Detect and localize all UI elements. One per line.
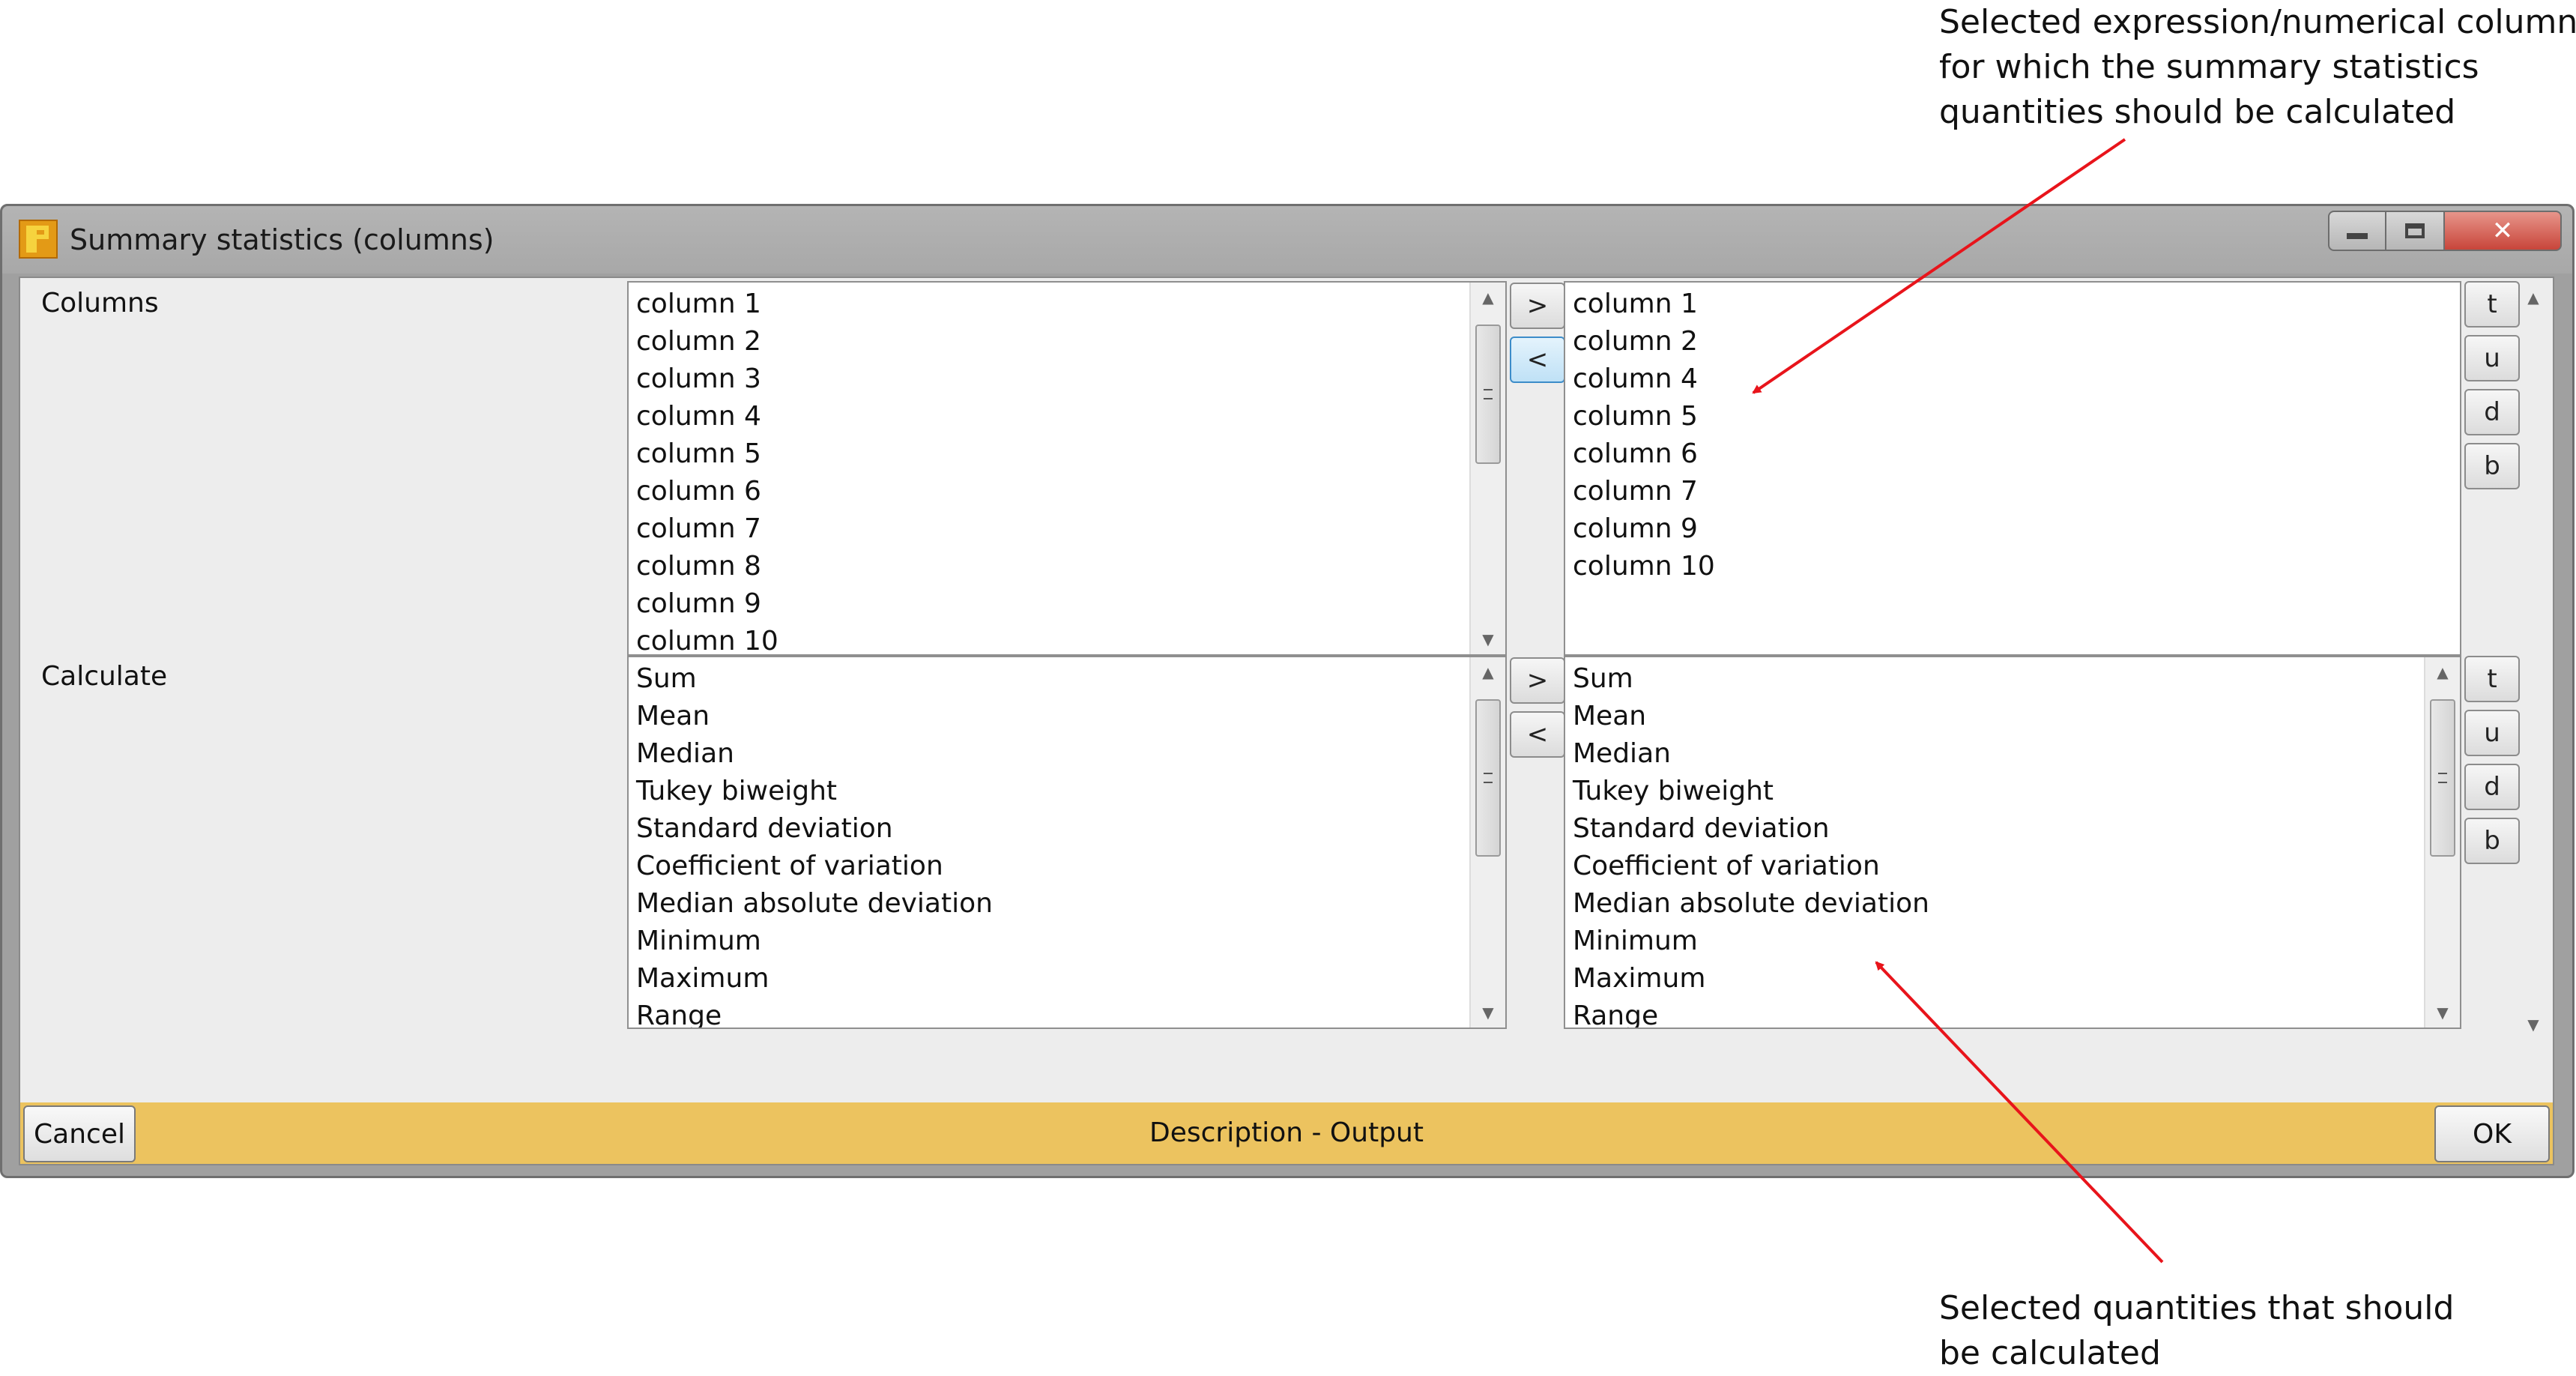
dialog-body: Columns column 1 column 2 column 3 colum… — [19, 277, 2554, 1165]
move-top-button[interactable]: t — [2464, 656, 2520, 702]
list-item[interactable]: Tukey biweight — [636, 773, 993, 810]
annotation-line: Selected expression/numerical columns — [1939, 3, 2576, 41]
list-item[interactable]: Median absolute deviation — [1573, 885, 1929, 923]
available-quantities-scrollbar[interactable]: ▲ ▼ — [1469, 657, 1505, 1028]
list-item[interactable]: column 4 — [636, 398, 778, 435]
app-logo-icon — [19, 220, 58, 259]
scroll-down-icon[interactable]: ▼ — [2425, 998, 2460, 1028]
window-controls: ✕ — [2328, 211, 2562, 251]
list-item[interactable]: column 4 — [1573, 360, 1715, 398]
list-item[interactable]: Minimum — [1573, 923, 1929, 960]
list-item[interactable]: column 7 — [1573, 473, 1715, 510]
footer-bar: Cancel Description - Output OK — [20, 1102, 2553, 1164]
available-columns-items: column 1 column 2 column 3 column 4 colu… — [636, 286, 778, 654]
description-output-label[interactable]: Description - Output — [20, 1114, 2553, 1152]
list-item[interactable]: Mean — [1573, 698, 1929, 735]
list-item[interactable]: Standard deviation — [1573, 810, 1929, 848]
list-item[interactable]: column 9 — [1573, 510, 1715, 548]
list-item[interactable]: column 2 — [636, 323, 778, 360]
title-bar[interactable]: Summary statistics (columns) ✕ — [2, 206, 2572, 274]
move-down-button[interactable]: d — [2464, 764, 2520, 810]
move-up-button[interactable]: u — [2464, 710, 2520, 756]
list-item[interactable]: Maximum — [636, 960, 993, 998]
close-button[interactable]: ✕ — [2445, 211, 2562, 251]
list-item[interactable]: column 3 — [636, 360, 778, 398]
remove-column-button[interactable]: < — [1510, 337, 1565, 383]
scroll-thumb[interactable] — [1475, 699, 1501, 857]
window-title: Summary statistics (columns) — [70, 223, 495, 256]
move-bottom-button[interactable]: b — [2464, 443, 2520, 489]
selected-columns-list[interactable]: column 1 column 2 column 4 column 5 colu… — [1564, 281, 2461, 656]
list-item[interactable]: Range — [1573, 998, 1929, 1028]
list-item[interactable]: Coefficient of variation — [1573, 848, 1929, 885]
list-item[interactable]: column 10 — [636, 623, 778, 654]
list-item[interactable]: column 8 — [636, 548, 778, 585]
list-item[interactable]: column 1 — [636, 286, 778, 323]
list-item[interactable]: Median — [636, 735, 993, 773]
list-item[interactable]: column 1 — [1573, 286, 1715, 323]
move-up-button[interactable]: u — [2464, 335, 2520, 381]
selected-columns-items: column 1 column 2 column 4 column 5 colu… — [1573, 286, 1715, 585]
list-item[interactable]: column 5 — [1573, 398, 1715, 435]
move-down-button[interactable]: d — [2464, 389, 2520, 435]
scroll-down-icon[interactable]: ▼ — [1471, 998, 1505, 1028]
scroll-down-icon[interactable]: ▼ — [2518, 1010, 2548, 1039]
list-item[interactable]: Minimum — [636, 923, 993, 960]
list-item[interactable]: Sum — [1573, 660, 1929, 698]
annotation-selected-quantities: Selected quantities that should be calcu… — [1939, 1286, 2454, 1376]
annotation-line: be calculated — [1939, 1334, 2161, 1372]
available-quantities-list[interactable]: Sum Mean Median Tukey biweight Standard … — [627, 656, 1507, 1029]
list-item[interactable]: Sum — [636, 660, 993, 698]
list-item[interactable]: Mean — [636, 698, 993, 735]
list-item[interactable]: Standard deviation — [636, 810, 993, 848]
list-item[interactable]: Range — [636, 998, 993, 1028]
minimize-button[interactable] — [2328, 211, 2386, 251]
list-item[interactable]: Maximum — [1573, 960, 1929, 998]
scroll-down-icon[interactable]: ▼ — [1471, 624, 1505, 654]
maximize-button[interactable] — [2386, 211, 2445, 251]
move-top-button[interactable]: t — [2464, 281, 2520, 328]
selected-quantities-list[interactable]: Sum Mean Median Tukey biweight Standard … — [1564, 656, 2461, 1029]
scroll-thumb[interactable] — [2430, 699, 2455, 857]
list-item[interactable]: Median absolute deviation — [636, 885, 993, 923]
annotation-line: quantities should be calculated — [1939, 93, 2456, 131]
available-quantities-items: Sum Mean Median Tukey biweight Standard … — [636, 660, 993, 1028]
add-quantity-button[interactable]: > — [1510, 657, 1565, 704]
selected-quantities-scrollbar[interactable]: ▲ ▼ — [2424, 657, 2460, 1028]
move-bottom-button[interactable]: b — [2464, 818, 2520, 864]
scroll-up-icon[interactable]: ▲ — [2518, 283, 2548, 313]
scroll-up-icon[interactable]: ▲ — [1471, 283, 1505, 313]
close-icon: ✕ — [2491, 216, 2514, 246]
list-item[interactable]: column 10 — [1573, 548, 1715, 585]
calculate-label: Calculate — [41, 661, 168, 692]
available-columns-scrollbar[interactable]: ▲ ▼ — [1469, 283, 1505, 654]
list-item[interactable]: column 9 — [636, 585, 778, 623]
list-item[interactable]: Median — [1573, 735, 1929, 773]
columns-label: Columns — [41, 288, 159, 319]
add-column-button[interactable]: > — [1510, 283, 1565, 329]
remove-quantity-button[interactable]: < — [1510, 711, 1565, 758]
dialog-scrollbar[interactable]: ▲ ▼ — [2518, 283, 2548, 1039]
available-columns-list[interactable]: column 1 column 2 column 3 column 4 colu… — [627, 281, 1507, 656]
maximize-icon — [2405, 223, 2425, 238]
minimize-icon — [2347, 233, 2368, 239]
ok-button[interactable]: OK — [2434, 1105, 2550, 1162]
scroll-up-icon[interactable]: ▲ — [1471, 657, 1505, 687]
annotation-line: for which the summary statistics — [1939, 48, 2479, 86]
list-item[interactable]: column 7 — [636, 510, 778, 548]
annotation-line: Selected quantities that should — [1939, 1289, 2455, 1327]
list-item[interactable]: column 5 — [636, 435, 778, 473]
scroll-thumb[interactable] — [1475, 325, 1501, 464]
list-item[interactable]: column 6 — [1573, 435, 1715, 473]
list-item[interactable]: Coefficient of variation — [636, 848, 993, 885]
list-item[interactable]: column 6 — [636, 473, 778, 510]
annotation-selected-columns: Selected expression/numerical columns fo… — [1939, 0, 2576, 135]
list-item[interactable]: Tukey biweight — [1573, 773, 1929, 810]
selected-quantities-items: Sum Mean Median Tukey biweight Standard … — [1573, 660, 1929, 1028]
summary-statistics-dialog: Summary statistics (columns) ✕ Columns c… — [0, 204, 2575, 1178]
list-item[interactable]: column 2 — [1573, 323, 1715, 360]
scroll-up-icon[interactable]: ▲ — [2425, 657, 2460, 687]
